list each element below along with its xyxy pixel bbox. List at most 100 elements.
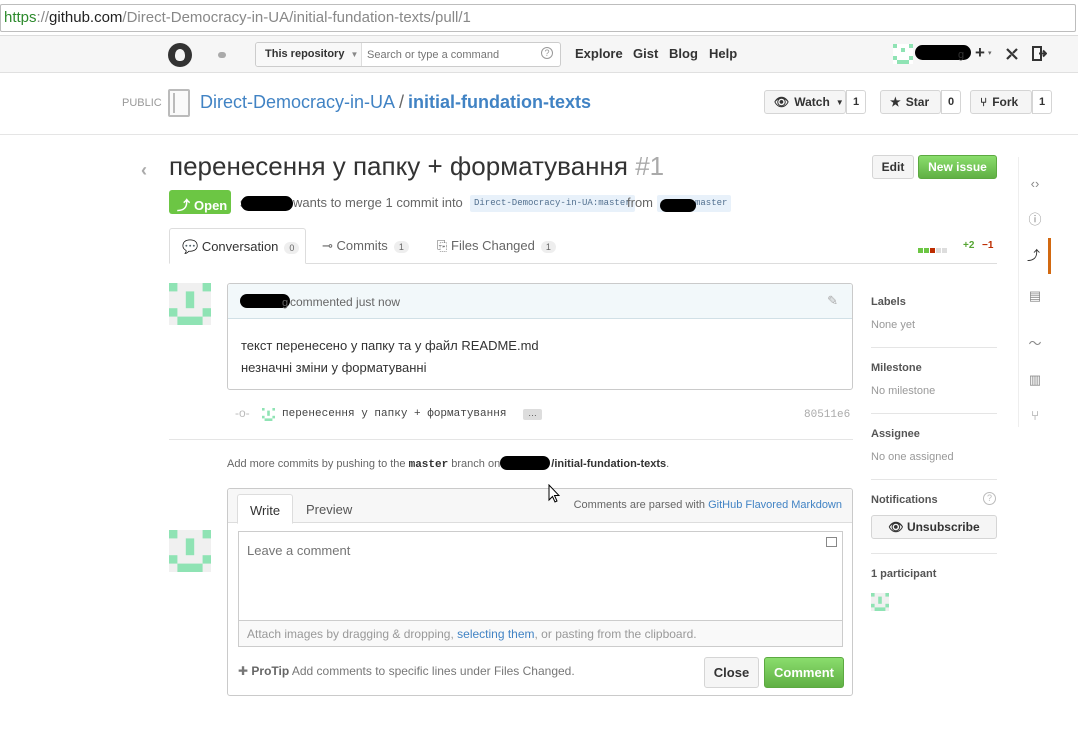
comment-author-suffix: g xyxy=(282,297,289,309)
push-note-prefix: Add more commits by pushing to the xyxy=(227,458,406,470)
repo-title: Direct-Democracy-in-UA / initial-fundation… xyxy=(200,92,591,113)
eye-icon: 👁 xyxy=(774,95,790,109)
close-pr-button[interactable]: Close xyxy=(704,657,759,688)
notification-dot-icon[interactable] xyxy=(218,52,226,58)
avatar[interactable] xyxy=(169,283,211,325)
markdown-help-link[interactable]: GitHub Flavored Markdown xyxy=(708,499,842,511)
pr-comment: g commented just now ✎ текст перенесено … xyxy=(227,283,853,390)
pull-request-icon[interactable]: ⤴ xyxy=(1019,238,1051,274)
from-label: from xyxy=(627,195,653,210)
wiki-icon[interactable]: ▤ xyxy=(1019,278,1051,314)
diffstat-bar xyxy=(918,242,948,256)
tab-conversation[interactable]: 💬 Conversation 0 xyxy=(169,228,306,264)
star-count[interactable]: 0 xyxy=(941,90,962,114)
identicon-icon xyxy=(262,408,275,421)
user-avatar[interactable] xyxy=(893,44,913,67)
github-logo-icon[interactable] xyxy=(168,43,192,67)
tab-files-changed[interactable]: ⎘ Files Changed 1 xyxy=(425,228,568,264)
markdown-note-prefix: Comments are parsed with xyxy=(573,499,706,511)
redacted-author xyxy=(241,196,293,211)
pulse-icon[interactable]: 〜 xyxy=(1019,326,1051,362)
protip-label: ProTip xyxy=(251,664,290,678)
network-icon[interactable]: ⑂ xyxy=(1019,398,1051,434)
settings-tools-icon[interactable] xyxy=(1005,47,1019,61)
diffstat-block xyxy=(930,248,935,253)
star-button[interactable]: ★ Star 0 xyxy=(880,90,962,114)
help-icon[interactable]: ? xyxy=(983,492,996,505)
code-icon[interactable]: ‹› xyxy=(1019,166,1051,202)
graphs-icon[interactable]: ▥ xyxy=(1019,362,1051,398)
identicon-icon xyxy=(169,283,211,325)
tab-label: Commits xyxy=(336,238,388,253)
labels-value: None yet xyxy=(871,319,916,331)
repo-separator: / xyxy=(399,92,405,112)
fork-button[interactable]: ⑂ Fork 1 xyxy=(970,90,1053,114)
new-comment-form: Write Preview Comments are parsed with G… xyxy=(227,488,853,696)
watch-count[interactable]: 1 xyxy=(846,90,867,114)
identicon-icon xyxy=(871,593,889,611)
search-scope-selector[interactable]: This repository ▼ xyxy=(256,43,362,66)
pr-title-text: перенесення у папку + форматування xyxy=(169,151,628,181)
milestone-heading[interactable]: Milestone xyxy=(871,362,922,374)
milestone-value: No milestone xyxy=(871,385,936,397)
commit-message-link[interactable]: перенесення у папку + форматування xyxy=(282,408,506,420)
comment-textarea[interactable] xyxy=(238,531,843,620)
pencil-icon[interactable]: ✎ xyxy=(827,293,838,309)
tab-label: Conversation xyxy=(201,239,279,254)
pr-number: #1 xyxy=(635,151,665,181)
fork-label: Fork xyxy=(992,95,1019,109)
nav-help[interactable]: Help xyxy=(709,46,737,61)
tab-preview[interactable]: Preview xyxy=(294,494,364,524)
avatar[interactable] xyxy=(169,530,211,572)
tab-counter: 1 xyxy=(540,241,556,253)
commit-sha-link[interactable]: 80511e6 xyxy=(804,409,850,421)
pr-tabs: 💬 Conversation 0 ⊸ Commits 1 ⎘ Files Chang… xyxy=(169,228,997,264)
commit-expand-button[interactable]: … xyxy=(523,409,542,420)
nav-explore[interactable]: Explore xyxy=(575,46,623,61)
create-caret-icon[interactable]: ▾ xyxy=(988,49,992,57)
push-note: Add more commits by pushing to the maste… xyxy=(227,458,669,471)
create-new-icon[interactable]: + xyxy=(975,43,985,63)
repo-name-link[interactable]: initial-fundation-texts xyxy=(408,92,591,112)
assignee-heading[interactable]: Assignee xyxy=(871,428,920,440)
chevron-left-icon[interactable]: ‹ xyxy=(141,160,153,180)
edit-button[interactable]: Edit xyxy=(872,155,914,179)
search-help-icon[interactable]: ? xyxy=(541,47,553,59)
search-box: This repository ▼ ? xyxy=(255,42,561,67)
pull-request-icon: ⤴ xyxy=(177,198,191,213)
push-note-repo[interactable]: /initial-fundation-texts xyxy=(551,458,666,470)
mouse-cursor-icon xyxy=(548,484,560,503)
diffstat-block xyxy=(942,248,947,253)
divider xyxy=(871,479,997,480)
tab-write[interactable]: Write xyxy=(237,494,294,524)
commit-node-icon: -o- xyxy=(235,406,250,420)
nav-blog[interactable]: Blog xyxy=(669,46,698,61)
select-files-link[interactable]: selecting them xyxy=(457,627,534,641)
labels-heading[interactable]: Labels xyxy=(871,296,906,308)
unsubscribe-button[interactable]: 👁 Unsubscribe xyxy=(871,515,997,539)
tab-counter: 1 xyxy=(393,241,409,253)
participant-avatar[interactable] xyxy=(871,593,889,614)
watch-button[interactable]: 👁 Watch ▼ 1 xyxy=(764,90,867,114)
search-input[interactable] xyxy=(363,43,538,66)
fork-count[interactable]: 1 xyxy=(1032,90,1053,114)
fullscreen-icon[interactable] xyxy=(826,537,837,547)
attach-suffix: , or pasting from the clipboard. xyxy=(534,627,697,641)
new-issue-button[interactable]: New issue xyxy=(918,155,997,179)
sign-out-icon[interactable] xyxy=(1032,46,1047,61)
scope-label: This repository xyxy=(265,48,345,60)
visibility-label: PUBLIC xyxy=(122,97,162,109)
redacted-push-owner xyxy=(500,456,550,470)
commit-avatar[interactable] xyxy=(262,408,275,424)
status-badge: ⤴ Open xyxy=(169,190,231,214)
chevron-down-icon: ▼ xyxy=(350,50,359,59)
tab-commits[interactable]: ⊸ Commits 1 xyxy=(310,228,421,264)
tab-counter: 0 xyxy=(284,242,300,254)
issue-icon[interactable]: ⓘ xyxy=(1019,202,1051,238)
comment-button[interactable]: Comment xyxy=(764,657,844,688)
nav-gist[interactable]: Gist xyxy=(633,46,658,61)
assignee-value: No one assigned xyxy=(871,451,954,463)
repo-owner-link[interactable]: Direct-Democracy-in-UA xyxy=(200,92,395,112)
url-field[interactable]: https://github.com/Direct-Democracy-in-U… xyxy=(0,4,1076,32)
commit-icon: ⊸ xyxy=(322,238,333,253)
